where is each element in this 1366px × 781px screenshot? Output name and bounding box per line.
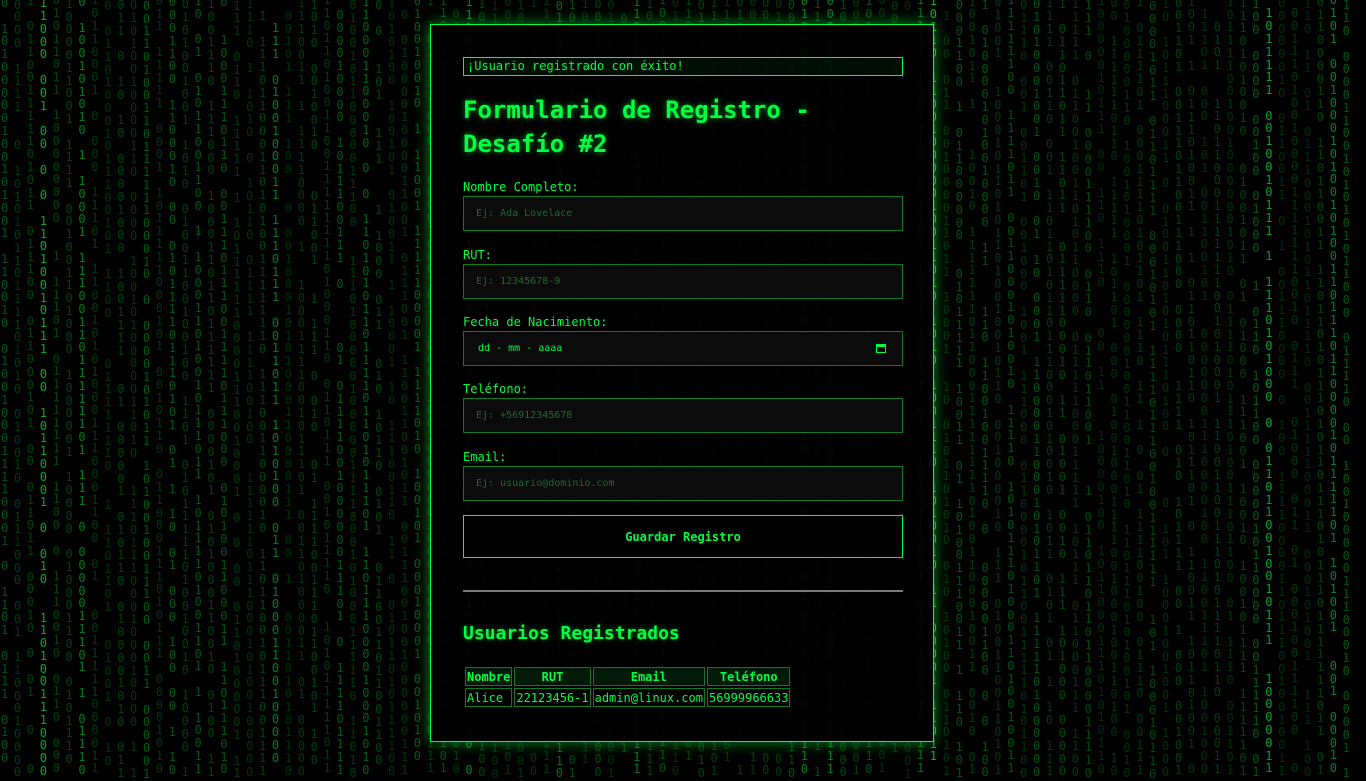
matrix-rain-column: 1 0 1 1 1 1 1 0 0 1 0 0 1 0 1 1 1 1 1 1 … [1265, 6, 1273, 776]
matrix-rain-column: 1 1 0 1 1 0 1 0 1 1 1 0 0 0 1 0 1 0 1 1 … [1303, 0, 1312, 779]
save-button[interactable]: Guardar Registro [463, 515, 903, 558]
name-label: Nombre Completo: [463, 180, 579, 194]
matrix-rain-column: 0 0 1 0 1 1 1 1 1 0 0 0 0 0 1 0 0 0 1 0 … [284, 8, 293, 778]
matrix-rain-column: 0 1 0 0 1 1 0 0 0 1 0 1 1 0 1 0 1 1 0 1 … [994, 0, 1002, 778]
rut-label: RUT: [463, 248, 492, 262]
matrix-rain-column: 1 1 1 1 0 0 1 1 0 0 0 1 1 1 0 1 1 0 1 0 … [1045, 0, 1054, 779]
matrix-rain-column: 0 0 1 1 1 0 1 0 0 1 0 0 0 0 1 1 1 1 1 1 … [1291, 5, 1299, 775]
matrix-rain-column: 1 1 0 1 1 0 1 0 0 1 1 0 0 1 1 1 1 1 1 1 … [323, 0, 331, 775]
matrix-rain-column: 1 1 1 0 1 1 0 1 0 0 1 0 1 1 0 0 1 1 1 1 … [246, 0, 254, 780]
rut-input[interactable] [463, 264, 903, 299]
matrix-rain-column: 0 1 1 1 1 1 1 1 0 0 0 1 1 0 1 1 1 1 1 0 … [155, 0, 164, 776]
matrix-rain-column: 0 1 0 1 0 0 0 0 0 1 0 0 1 0 1 0 0 1 1 1 … [1, 0, 9, 766]
birthdate-input[interactable]: dd - mm - aaaa [463, 331, 903, 366]
matrix-rain-column: 0 0 1 0 0 0 0 1 0 0 0 0 1 1 0 0 1 0 1 1 … [400, 7, 409, 777]
table-header-row: Nombre RUT Email Teléfono [465, 667, 791, 686]
matrix-rain-column: 1 0 0 1 1 1 0 1 1 1 0 0 0 1 0 0 0 1 1 0 … [207, 0, 215, 779]
phone-input[interactable] [463, 398, 903, 433]
matrix-rain-column: 1 0 0 1 0 1 0 1 1 0 0 1 1 0 0 1 1 0 0 0 … [194, 0, 202, 776]
matrix-rain-column: 0 1 0 1 0 0 1 0 0 1 1 0 1 0 0 1 0 0 1 1 … [181, 0, 189, 780]
matrix-rain-column: 0 0 0 1 1 0 0 1 0 1 1 0 0 0 0 0 0 0 1 0 … [955, 0, 963, 780]
matrix-rain-column: 1 0 1 1 1 1 0 0 1 0 0 1 0 0 0 0 0 0 1 0 … [1226, 0, 1234, 777]
matrix-rain-column: 0 0 0 0 1 0 1 1 0 1 1 0 1 1 1 1 0 0 0 1 … [1149, 0, 1157, 781]
name-input[interactable] [463, 196, 903, 231]
matrix-rain-column: 1 0 0 1 1 0 1 1 1 0 1 0 0 1 1 1 1 0 1 1 … [1187, 0, 1196, 777]
matrix-rain-column: 0 1 0 1 0 0 1 0 0 0 1 0 1 0 0 1 0 1 0 0 … [1329, 0, 1337, 776]
matrix-rain-column: 0 0 1 1 0 1 0 0 0 1 0 1 1 1 0 0 1 0 1 1 … [104, 0, 112, 768]
matrix-rain-column: 1 1 1 0 1 1 0 1 1 1 1 1 1 1 0 1 1 1 1 1 … [233, 0, 241, 781]
matrix-rain-column: 0 1 0 1 0 0 1 0 0 0 0 1 1 0 0 0 0 0 1 0 … [130, 0, 138, 780]
matrix-rain-column: 1 1 0 0 0 0 0 1 0 0 0 0 1 1 0 1 0 0 1 0 … [39, 0, 47, 779]
cell-name: Alice [465, 688, 513, 707]
column-header-email: Email [592, 667, 705, 686]
divider [463, 590, 903, 592]
birthdate-value: dd - mm - aaaa [478, 343, 563, 354]
matrix-rain-column: 1 1 1 0 0 1 1 1 1 1 1 1 0 0 0 0 1 1 0 0 … [297, 0, 305, 779]
matrix-rain-column: 0 1 0 0 0 0 0 1 1 0 1 0 0 1 0 1 0 0 0 1 … [1123, 0, 1131, 781]
matrix-rain-column: 1 1 0 0 0 1 1 0 0 0 1 0 0 0 1 1 0 1 0 1 … [362, 0, 370, 777]
calendar-icon[interactable] [876, 344, 886, 353]
matrix-rain-column: 1 1 1 0 1 0 0 1 0 0 0 1 1 1 1 1 0 1 1 1 … [271, 21, 280, 765]
matrix-rain-column: 1 0 1 0 1 0 0 1 0 0 1 0 1 0 1 0 0 1 1 1 … [388, 0, 396, 779]
matrix-rain-column: 1 1 1 1 0 1 1 0 0 0 1 1 0 1 0 1 0 0 1 1 … [259, 9, 267, 779]
matrix-rain-column: 1 1 1 1 1 0 1 1 0 0 1 0 0 1 1 0 1 0 1 1 … [1071, 0, 1079, 779]
matrix-rain-column: 0 0 1 0 1 1 1 1 1 1 0 0 0 0 1 1 0 1 0 1 … [375, 0, 383, 768]
matrix-rain-column: 1 1 1 0 1 0 0 0 1 0 1 0 0 1 1 0 0 1 0 1 … [1200, 7, 1208, 777]
matrix-rain-column: 0 0 0 0 1 1 1 1 0 1 0 1 0 1 0 1 1 0 1 1 … [13, 0, 22, 780]
matrix-rain-column: 0 1 1 1 0 0 0 1 0 0 1 1 0 1 0 0 1 0 0 0 … [1020, 0, 1028, 780]
matrix-rain-column: 0 1 0 1 0 0 0 1 0 0 1 0 0 1 0 0 1 1 0 0 … [1033, 0, 1041, 779]
registration-panel: ¡Usuario registrado con éxito! Formulari… [430, 24, 934, 742]
matrix-rain-column: 0 0 1 1 1 1 1 1 0 1 1 0 1 1 1 1 1 1 0 1 … [1110, 0, 1118, 778]
column-header-name: Nombre [465, 667, 513, 686]
matrix-rain-column: 0 0 1 1 0 1 0 0 1 1 1 0 1 1 0 0 1 1 1 0 … [1174, 0, 1183, 778]
email-label: Email: [463, 450, 507, 464]
matrix-rain-column: 1 0 0 0 1 1 0 0 1 0 0 0 0 1 1 0 1 1 1 0 … [942, 8, 950, 778]
email-input[interactable] [463, 466, 903, 501]
column-header-rut: RUT [514, 667, 591, 686]
matrix-rain-column: 1 1 1 0 1 0 1 0 0 1 0 0 1 0 0 1 0 1 1 0 … [1239, 0, 1247, 778]
matrix-rain-column: 1 0 1 1 0 0 0 1 0 0 0 0 1 1 1 0 1 1 1 0 … [91, 0, 99, 776]
matrix-rain-column: 1 0 0 1 0 1 1 1 1 0 0 1 0 1 1 1 1 1 1 1 … [968, 0, 976, 777]
matrix-rain-column: 0 1 0 1 1 0 1 1 1 0 0 0 0 0 0 0 0 1 1 1 … [52, 0, 60, 776]
matrix-rain-column: 0 0 0 0 0 0 1 0 0 1 1 0 0 1 1 0 1 0 0 1 … [1278, 0, 1286, 778]
birthdate-label: Fecha de Nacimiento: [463, 315, 608, 329]
matrix-rain-column: 1 0 1 0 0 0 0 1 0 1 0 0 1 0 0 0 0 1 1 1 … [981, 0, 989, 780]
cell-phone: 56999966633 [706, 688, 791, 707]
matrix-rain-column: 0 1 0 0 1 0 1 0 1 0 1 1 0 0 0 1 1 1 1 0 … [78, 0, 86, 777]
matrix-rain-column: 1 1 1 0 1 1 0 0 0 0 1 1 1 1 0 0 0 1 1 0 … [1084, 0, 1092, 780]
matrix-rain-column: 1 0 1 0 1 1 1 0 0 0 1 1 0 0 1 0 0 1 1 0 … [1162, 0, 1170, 779]
form-title: Formulario de Registro - Desafío #2 [463, 96, 810, 158]
matrix-rain-column: 0 1 0 0 1 0 0 1 0 1 1 1 0 0 1 1 1 1 1 1 … [413, 0, 422, 764]
success-message: ¡Usuario registrado con éxito! [463, 57, 903, 76]
cell-email: admin@linux.com [592, 688, 705, 707]
matrix-rain-column: 1 0 1 1 0 0 1 1 1 1 1 0 1 0 1 1 0 1 1 1 … [26, 0, 35, 776]
matrix-rain-column: 1 1 1 1 1 1 0 0 1 1 1 1 0 1 1 0 0 1 1 0 … [1007, 0, 1015, 776]
column-header-phone: Teléfono [706, 667, 791, 686]
matrix-rain-column: 0 0 0 1 1 0 0 1 1 0 0 0 1 0 0 0 0 1 0 1 … [168, 0, 176, 778]
matrix-rain-column: 0 0 0 0 1 0 0 0 0 1 0 1 1 1 0 0 1 1 1 0 … [336, 7, 344, 777]
table-row: Alice 22123456-1 admin@linux.com 5699996… [465, 688, 791, 707]
matrix-rain-column: 1 0 1 1 1 1 0 1 0 0 0 1 1 1 1 0 1 0 1 1 … [1136, 0, 1144, 778]
cell-rut: 22123456-1 [514, 688, 591, 707]
matrix-rain-column: 1 0 0 0 0 1 1 0 0 1 1 1 1 1 0 0 1 0 0 1 … [65, 0, 73, 766]
phone-label: Teléfono: [463, 382, 529, 396]
matrix-rain-column: 1 0 0 0 0 0 1 0 1 1 1 0 0 1 1 0 1 1 1 0 … [1097, 0, 1105, 776]
matrix-rain-column: 0 1 1 0 0 0 0 1 1 0 1 1 0 1 1 0 0 1 1 1 … [1316, 0, 1325, 777]
matrix-rain-column: 0 1 1 0 1 0 1 0 0 0 0 0 1 0 0 0 1 0 0 1 … [117, 0, 125, 780]
matrix-rain-column: 1 0 1 0 0 0 1 0 0 1 0 0 1 1 0 0 1 1 1 1 … [310, 0, 318, 767]
users-table: Nombre RUT Email Teléfono Alice 22123456… [463, 665, 792, 709]
matrix-rain-column: 0 0 1 1 0 1 0 0 1 1 0 1 1 1 1 1 1 0 0 0 … [142, 0, 151, 781]
users-title: Usuarios Registrados [463, 623, 680, 644]
matrix-rain-column: 1 1 0 0 0 0 0 1 1 0 0 1 0 1 0 1 0 1 0 1 … [1342, 0, 1350, 781]
matrix-rain-column: 0 1 0 0 1 0 1 1 0 0 0 0 0 1 1 1 0 0 1 1 … [349, 0, 357, 780]
matrix-rain-column: 1 0 1 1 0 1 1 0 1 1 1 1 0 1 1 0 1 1 1 1 … [1058, 0, 1067, 779]
matrix-rain-column: 1 0 0 0 0 0 0 0 0 1 0 0 0 1 0 0 0 1 0 1 … [1252, 0, 1260, 780]
matrix-rain-column: 0 1 0 1 1 1 0 1 1 0 0 0 1 1 1 1 1 1 1 0 … [1213, 19, 1221, 777]
matrix-rain-column: 0 1 0 0 0 1 1 1 0 1 1 0 0 0 1 1 1 0 1 1 … [220, 0, 228, 777]
